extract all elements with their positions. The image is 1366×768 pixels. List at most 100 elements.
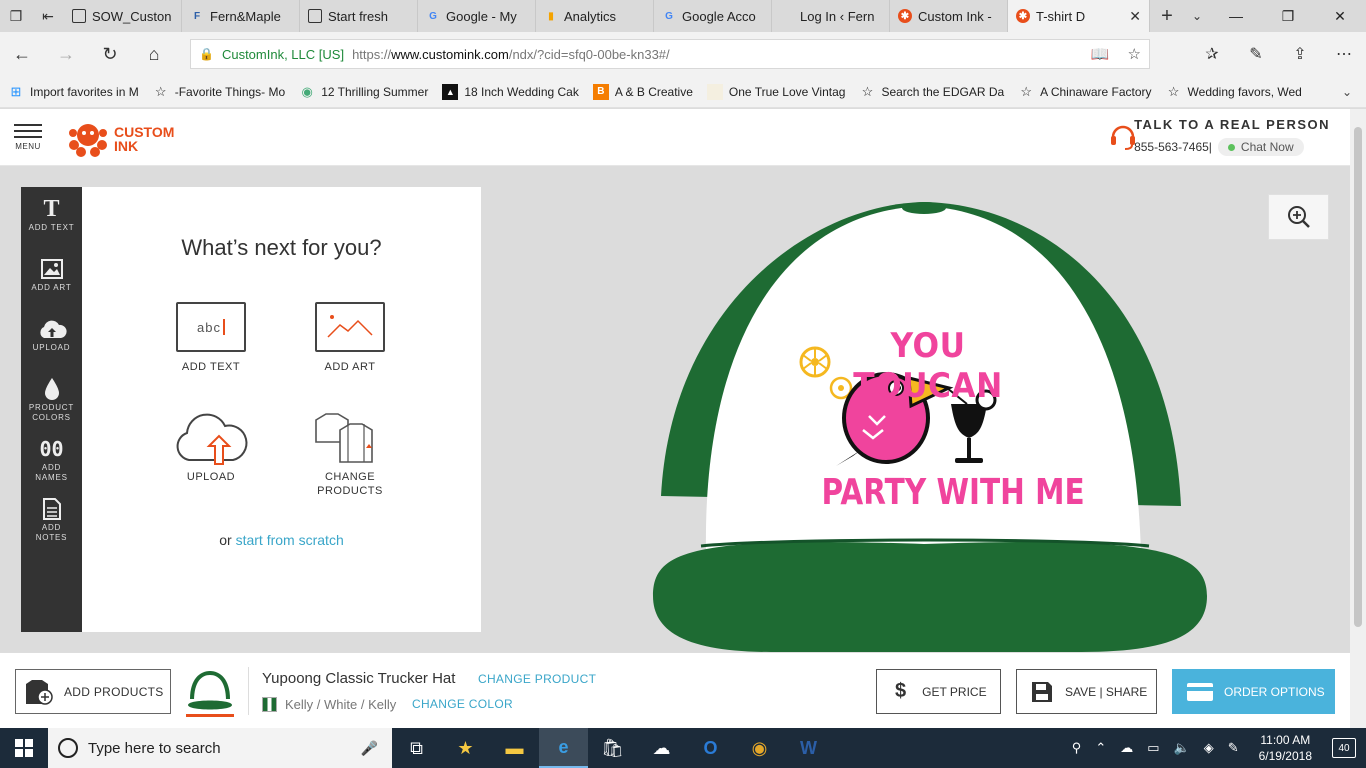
- tool-product-colors[interactable]: PRODUCT COLORS: [21, 367, 82, 427]
- scrollbar-thumb[interactable]: [1354, 127, 1362, 627]
- browser-tab[interactable]: Log In ‹ Fern: [772, 0, 890, 32]
- customink-logo[interactable]: CUSTOM INK: [68, 119, 174, 159]
- browser-tab[interactable]: Start fresh: [300, 0, 418, 32]
- change-color-link[interactable]: CHANGE COLOR: [412, 697, 513, 711]
- onedrive-icon[interactable]: ☁: [637, 728, 686, 768]
- browser-tab[interactable]: F Fern&Maple: [182, 0, 300, 32]
- cortana-icon: [58, 738, 78, 758]
- favorites-hub-icon[interactable]: ✰: [1190, 44, 1234, 64]
- favorite-item[interactable]: ☆ -Favorite Things- Mo: [153, 84, 285, 100]
- chrome-icon[interactable]: ◉: [735, 728, 784, 768]
- refresh-icon[interactable]: ↻: [88, 32, 132, 76]
- file-explorer-icon[interactable]: ▬: [490, 728, 539, 768]
- add-products-button[interactable]: ADD PRODUCTS: [15, 669, 171, 714]
- save-share-button[interactable]: SAVE | SHARE: [1016, 669, 1157, 714]
- selected-product-thumbnail[interactable]: [186, 667, 234, 717]
- clock[interactable]: 11:00 AM 6/19/2018: [1253, 732, 1318, 764]
- minimize-icon[interactable]: —: [1210, 0, 1262, 32]
- close-icon[interactable]: ✕: [1129, 8, 1141, 25]
- menu-button[interactable]: MENU: [14, 124, 42, 151]
- task-view-icon[interactable]: ⧉: [392, 728, 441, 768]
- chevron-down-icon[interactable]: ⌄: [1342, 85, 1352, 99]
- outlook-icon[interactable]: O: [686, 728, 735, 768]
- browser-tab[interactable]: ▮ Analytics: [536, 0, 654, 32]
- pen-workspace-icon[interactable]: ✎: [1228, 740, 1239, 756]
- option-add-text[interactable]: abc ADD TEXT: [156, 302, 266, 374]
- start-button[interactable]: [0, 728, 48, 768]
- volume-icon[interactable]: 🔈: [1174, 740, 1190, 756]
- design-canvas[interactable]: YOU TOUCAN PARTY WITH ME: [481, 166, 1350, 652]
- product-name: Yupoong Classic Trucker Hat: [262, 670, 456, 687]
- tool-add-notes[interactable]: ADD NOTES: [21, 487, 82, 547]
- droplet-icon: [44, 375, 60, 403]
- browser-tab[interactable]: G Google Acco: [654, 0, 772, 32]
- forward-icon[interactable]: →: [44, 32, 88, 76]
- document-icon: [72, 9, 86, 23]
- store-icon[interactable]: ★: [441, 728, 490, 768]
- tool-add-text[interactable]: T ADD TEXT: [21, 187, 82, 247]
- chevron-down-icon[interactable]: ⌄: [1184, 0, 1210, 32]
- tool-add-names[interactable]: 00 ADD NAMES: [21, 427, 82, 487]
- option-add-art[interactable]: ADD ART: [295, 302, 405, 374]
- tool-label: ADD TEXT: [28, 223, 75, 232]
- browser-tab[interactable]: G Google - My: [418, 0, 536, 32]
- restore-icon[interactable]: ❐: [1262, 0, 1314, 32]
- new-tab-icon[interactable]: +: [1150, 0, 1184, 32]
- word-icon[interactable]: W: [784, 728, 833, 768]
- chevron-up-icon[interactable]: ⌃: [1095, 740, 1106, 756]
- tool-add-art[interactable]: ADD ART: [21, 247, 82, 307]
- dropbox-icon[interactable]: ◈: [1204, 740, 1214, 756]
- favorite-item[interactable]: ☆ Search the EDGAR Da: [859, 84, 1005, 100]
- favorite-item[interactable]: ◉ 12 Thrilling Summer: [299, 84, 429, 100]
- favorite-item[interactable]: ☆ A Chinaware Factory: [1018, 84, 1151, 100]
- favorite-item[interactable]: ⊞ Import favorites in M: [8, 84, 139, 100]
- cloud-icon[interactable]: ☁: [1120, 740, 1133, 756]
- tabs-aside-icon[interactable]: ⇤: [32, 0, 64, 32]
- upload-cloud-icon: [173, 412, 249, 466]
- reading-view-icon[interactable]: 📖: [1091, 45, 1110, 63]
- people-icon[interactable]: ⚲: [1072, 740, 1082, 756]
- option-upload[interactable]: UPLOAD: [156, 412, 266, 484]
- chat-now-button[interactable]: Chat Now: [1217, 138, 1304, 156]
- edge-icon[interactable]: e: [539, 728, 588, 768]
- text-icon: T: [43, 195, 60, 222]
- favorite-item[interactable]: One True Love Vintag: [706, 83, 845, 100]
- zoom-in-icon: [1287, 206, 1310, 228]
- battery-icon[interactable]: ▭: [1147, 740, 1159, 756]
- favorite-item[interactable]: ☆ Wedding favors, Wed: [1166, 84, 1302, 100]
- microphone-icon[interactable]: 🎤: [361, 740, 378, 757]
- product-color-name: Kelly / White / Kelly: [285, 697, 397, 712]
- menu-label: MENU: [15, 142, 41, 151]
- home-icon[interactable]: ⌂: [132, 32, 176, 76]
- notifications-icon[interactable]: 40: [1332, 738, 1356, 758]
- windows-store-icon[interactable]: 🛍: [588, 728, 637, 768]
- url-field[interactable]: 🔒 CustomInk, LLC [US] https://www.custom…: [190, 39, 1150, 69]
- change-product-link[interactable]: CHANGE PRODUCT: [478, 672, 596, 686]
- start-from-scratch-link[interactable]: start from scratch: [236, 532, 344, 548]
- favorite-item[interactable]: B A & B Creative: [592, 83, 693, 100]
- order-options-button[interactable]: ORDER OPTIONS: [1172, 669, 1335, 714]
- option-change-products[interactable]: CHANGE PRODUCTS: [295, 412, 405, 498]
- browser-tab[interactable]: ✱ Custom Ink -: [890, 0, 1008, 32]
- get-price-button[interactable]: $ GET PRICE: [876, 669, 1001, 714]
- zoom-button[interactable]: [1268, 194, 1329, 240]
- back-icon[interactable]: ←: [0, 32, 44, 76]
- site-icon: ▲: [442, 83, 459, 100]
- taskbar-search[interactable]: Type here to search 🎤: [48, 728, 392, 768]
- favorite-star-icon[interactable]: ☆: [1128, 45, 1141, 63]
- favorite-item[interactable]: ▲ 18 Inch Wedding Cak: [442, 83, 579, 100]
- note-icon: [42, 495, 61, 523]
- logo-text: CUSTOM INK: [114, 125, 174, 153]
- pen-icon[interactable]: ✎: [1234, 44, 1278, 64]
- tab-preview-icon[interactable]: ❐: [0, 0, 32, 32]
- phone-number[interactable]: 855-563-7465: [1134, 140, 1209, 154]
- favorite-label: Wedding favors, Wed: [1187, 84, 1302, 99]
- more-icon[interactable]: ⋯: [1322, 44, 1366, 64]
- add-shirt-icon: [26, 679, 53, 705]
- share-icon[interactable]: ⇪: [1278, 44, 1322, 64]
- page-scrollbar[interactable]: [1350, 109, 1366, 728]
- browser-tab[interactable]: SOW_Custon: [64, 0, 182, 32]
- browser-tab-active[interactable]: ✱ T-shirt D ✕: [1008, 0, 1150, 32]
- close-window-icon[interactable]: ✕: [1314, 0, 1366, 32]
- tool-upload[interactable]: UPLOAD: [21, 307, 82, 367]
